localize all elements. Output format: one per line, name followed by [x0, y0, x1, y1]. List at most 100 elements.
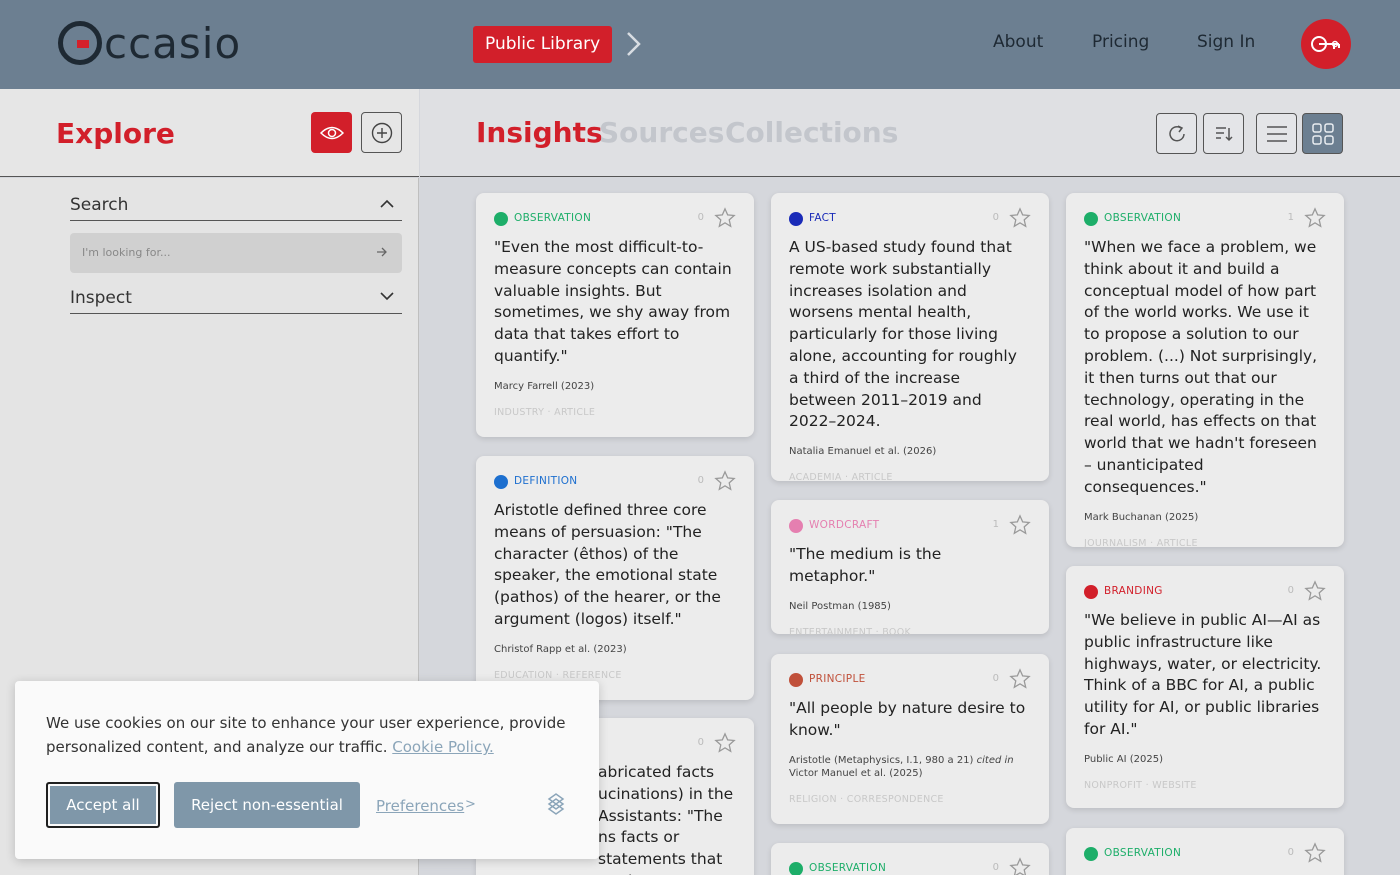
insight-author: Neil Postman (1985) [789, 600, 891, 612]
search-accordion[interactable]: Search [70, 191, 402, 221]
category-dot [789, 673, 803, 687]
nav-sign-in[interactable]: Sign In [1197, 32, 1255, 52]
grid-icon [1311, 122, 1334, 145]
logo-text: ccasio [104, 18, 242, 68]
insight-card[interactable]: OBSERVATION 0 [771, 843, 1049, 875]
cookie-banner: We use cookies on our site to enhance yo… [15, 681, 599, 859]
category-dot [494, 475, 508, 489]
star-icon[interactable] [714, 207, 736, 229]
insight-author: Public AI (2025) [1084, 753, 1163, 765]
insight-meta: ACADEMIA · ARTICLE [789, 472, 893, 484]
nav-about[interactable]: About [993, 32, 1043, 52]
star-count: 0 [992, 862, 999, 873]
insight-quote: "We believe in public AI—AI as public in… [1084, 611, 1322, 738]
chevron-up-icon [380, 199, 394, 208]
insight-meta: NONPROFIT · WEBSITE [1084, 779, 1197, 791]
star-icon[interactable] [1009, 668, 1031, 690]
add-button[interactable] [361, 112, 402, 153]
category-dot [789, 212, 803, 226]
preferences-arrow-icon: > [465, 797, 476, 812]
insight-author: Aristotle (Metaphysics, I.1, 980 a 21) c… [789, 754, 1031, 780]
refresh-icon [1168, 124, 1185, 141]
insight-meta: EDUCATION · REFERENCE [494, 669, 622, 681]
tab-collections[interactable]: Collections [725, 116, 898, 149]
insight-author: Marcy Farrell (2023) [494, 380, 595, 392]
insight-quote: Aristotle defined three core means of pe… [494, 501, 721, 628]
insight-author: Natalia Emanuel et al. (2026) [789, 446, 937, 458]
insight-meta: ENTERTAINMENT · BOOK [789, 626, 911, 638]
author-name: Aristotle (Metaphysics, I.1, 980 a 21) [789, 754, 974, 766]
category-label: BRANDING [1104, 585, 1163, 597]
search-input[interactable]: I'm looking for... [70, 233, 402, 273]
category-dot [789, 862, 803, 875]
reject-non-essential-button[interactable]: Reject non-essential [174, 782, 360, 828]
insight-card[interactable]: WORDCRAFT 1 "The medium is the metaphor.… [771, 500, 1049, 638]
star-count: 0 [1287, 847, 1294, 858]
insight-meta: JOURNALISM · ARTICLE [1084, 537, 1198, 549]
category-dot [1084, 847, 1098, 861]
star-icon[interactable] [1304, 207, 1326, 229]
category-dot [1084, 585, 1098, 599]
insight-quote: "The medium is the metaphor." [789, 545, 942, 585]
star-count: 0 [697, 212, 704, 223]
accept-all-button[interactable]: Accept all [46, 782, 160, 828]
insight-card[interactable]: OBSERVATION 1 "When we face a problem, w… [1066, 193, 1344, 549]
star-count: 1 [992, 519, 999, 530]
tab-sources[interactable]: Sources [599, 116, 724, 149]
insight-quote: A US-based study found that remote work … [789, 238, 1017, 431]
chevron-right-icon[interactable] [622, 30, 646, 58]
insight-card[interactable]: PRINCIPLE 0 "All people by nature desire… [771, 654, 1049, 824]
insight-author: Mark Buchanan (2025) [1084, 511, 1199, 523]
star-icon[interactable] [1009, 514, 1031, 536]
tab-insights[interactable]: Insights [476, 116, 603, 149]
preferences-link[interactable]: Preferences [376, 797, 464, 815]
list-icon [1266, 125, 1287, 142]
star-icon[interactable] [714, 470, 736, 492]
view-toggle-button[interactable] [311, 112, 352, 153]
author-cited: cited in [976, 754, 1014, 766]
explore-header: Explore [0, 89, 419, 177]
cookie-policy-link[interactable]: Cookie Policy. [392, 738, 493, 756]
key-avatar-button[interactable] [1301, 19, 1351, 69]
insight-card[interactable]: BRANDING 0 "We believe in public AI—AI a… [1066, 566, 1344, 808]
category-label: OBSERVATION [809, 862, 887, 874]
public-library-button[interactable]: Public Library [473, 26, 613, 63]
key-icon [1311, 36, 1340, 52]
star-count: 1 [1287, 212, 1294, 223]
insight-quote: "Even the most difficult-to-measure conc… [494, 238, 732, 365]
category-label: PRINCIPLE [809, 673, 866, 685]
star-count: 0 [992, 212, 999, 223]
cookie-message: We use cookies on our site to enhance yo… [46, 711, 566, 759]
list-view-button[interactable] [1256, 113, 1297, 154]
category-label: WORDCRAFT [809, 519, 880, 531]
star-icon[interactable] [714, 732, 736, 754]
occasio-logo[interactable]: ccasio [58, 18, 241, 68]
author-secondary: Victor Manuel et al. (2025) [789, 767, 923, 779]
consent-logo-icon [547, 793, 565, 815]
sort-button[interactable] [1203, 113, 1244, 154]
star-icon[interactable] [1009, 207, 1031, 229]
top-header: ccasio Public Library About Pricing Sign… [0, 0, 1400, 89]
insight-quote: "All people by nature desire to know." [789, 699, 1026, 739]
star-count: 0 [697, 737, 704, 748]
star-icon[interactable] [1304, 580, 1326, 602]
category-dot [789, 519, 803, 533]
arrow-right-icon[interactable] [376, 247, 388, 257]
insight-card[interactable]: OBSERVATION 0 [1066, 828, 1344, 875]
insight-card[interactable]: DEFINITION 0 Aristotle defined three cor… [476, 456, 754, 700]
star-count: 0 [697, 475, 704, 486]
category-label: DEFINITION [514, 475, 578, 487]
grid-view-button[interactable] [1302, 113, 1343, 154]
star-icon[interactable] [1009, 857, 1031, 875]
explore-title: Explore [56, 117, 175, 150]
insight-card[interactable]: OBSERVATION 0 "Even the most difficult-t… [476, 193, 754, 437]
insight-quote: "When we face a problem, we think about … [1084, 238, 1318, 496]
inspect-accordion[interactable]: Inspect [70, 284, 402, 314]
refresh-button[interactable] [1156, 113, 1197, 154]
insight-card[interactable]: FACT 0 A US-based study found that remot… [771, 193, 1049, 484]
insight-meta: RELIGION · CORRESPONDENCE [789, 793, 944, 805]
category-label: OBSERVATION [1104, 847, 1182, 859]
category-dot [494, 212, 508, 226]
star-icon[interactable] [1304, 842, 1326, 864]
nav-pricing[interactable]: Pricing [1092, 32, 1149, 52]
